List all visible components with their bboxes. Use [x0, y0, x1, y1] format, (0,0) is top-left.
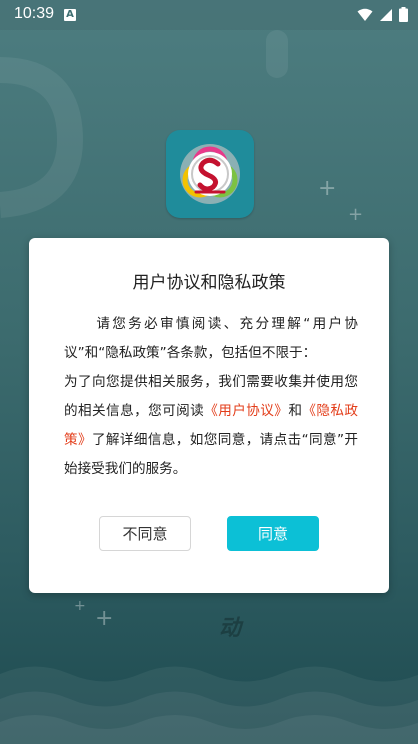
wave-decoration — [0, 666, 418, 744]
signal-icon — [380, 8, 392, 21]
dialog-paragraph-1: 请您务必审慎阅读、充分理解“用户协议”和“隐私政策”各条款，包括但不限于： — [64, 310, 358, 368]
plus-decoration-icon: + — [318, 176, 337, 201]
system-icons — [357, 7, 408, 22]
app-logo-icon — [166, 130, 254, 218]
notification-icon: A — [64, 9, 76, 21]
status-time: 10:39 — [14, 5, 55, 22]
disagree-button[interactable]: 不同意 — [99, 516, 191, 551]
plus-decoration-icon: + — [348, 204, 364, 225]
plus-decoration-icon: + — [95, 606, 114, 631]
user-agreement-link[interactable]: 《用户协议》 — [204, 403, 288, 419]
paragraph-text: 请您务必审慎阅读、充分理解“用户协议”和“隐私政策”各条款，包括但不限于： — [64, 316, 358, 361]
agree-button[interactable]: 同意 — [227, 516, 319, 551]
dialog-paragraph-2: 为了向您提供相关服务，我们需要收集并使用您的相关信息，您可阅读《用户协议》和《隐… — [64, 368, 358, 484]
plus-decoration-icon: + — [74, 598, 86, 614]
status-bar: 10:39 A — [0, 0, 418, 30]
paragraph-text: 了解详细信息，如您同意，请点击“同意”开始接受我们的服务。 — [64, 432, 358, 477]
agreement-dialog: 用户协议和隐私政策 请您务必审慎阅读、充分理解“用户协议”和“隐私政策”各条款，… — [29, 238, 389, 593]
battery-icon — [399, 7, 408, 22]
wifi-icon — [357, 8, 373, 21]
splash-slogan: 动 — [218, 616, 241, 641]
paragraph-text: 和 — [288, 403, 303, 419]
dialog-body: 请您务必审慎阅读、充分理解“用户协议”和“隐私政策”各条款，包括但不限于： 为了… — [64, 310, 358, 484]
dialog-title: 用户协议和隐私政策 — [132, 273, 286, 293]
